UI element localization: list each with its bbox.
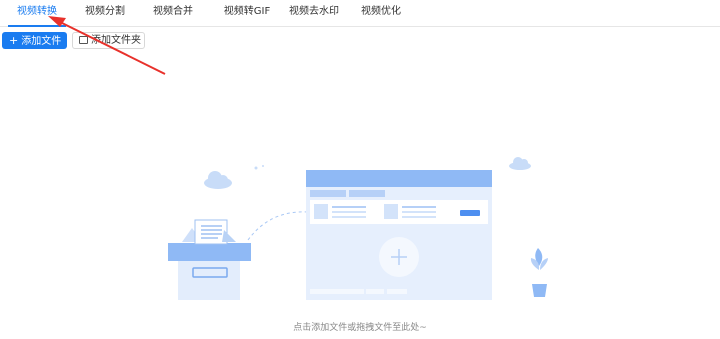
folder-icon xyxy=(79,36,88,44)
plus-icon: + xyxy=(9,34,19,47)
file-box-icon xyxy=(168,219,251,300)
tab-video-merge[interactable]: 视频合并 xyxy=(148,0,198,27)
drop-zone-hint: 点击添加文件或拖拽文件至此处~ xyxy=(293,323,427,333)
drop-zone-illustration[interactable] xyxy=(160,150,580,310)
cloud-icon xyxy=(509,157,531,170)
tab-video-optimize[interactable]: 视频优化 xyxy=(356,0,406,27)
app-window-illustration xyxy=(306,170,492,300)
add-file-label: 添加文件 xyxy=(21,36,62,47)
cloud-icon xyxy=(204,171,232,189)
add-folder-button[interactable]: 添加文件夹 xyxy=(72,32,145,49)
tab-video-to-gif[interactable]: 视频转GIF xyxy=(218,0,276,27)
tab-video-split[interactable]: 视频分割 xyxy=(80,0,130,27)
tab-bar: 视频转换 视频分割 视频合并 视频转GIF 视频去水印 视频优化 xyxy=(0,0,720,27)
tab-video-convert[interactable]: 视频转换 xyxy=(8,0,66,27)
tab-video-watermark-remove[interactable]: 视频去水印 xyxy=(285,0,343,27)
plant-icon xyxy=(530,248,548,297)
add-file-button[interactable]: + 添加文件 xyxy=(2,32,67,49)
add-folder-label: 添加文件夹 xyxy=(91,35,141,46)
